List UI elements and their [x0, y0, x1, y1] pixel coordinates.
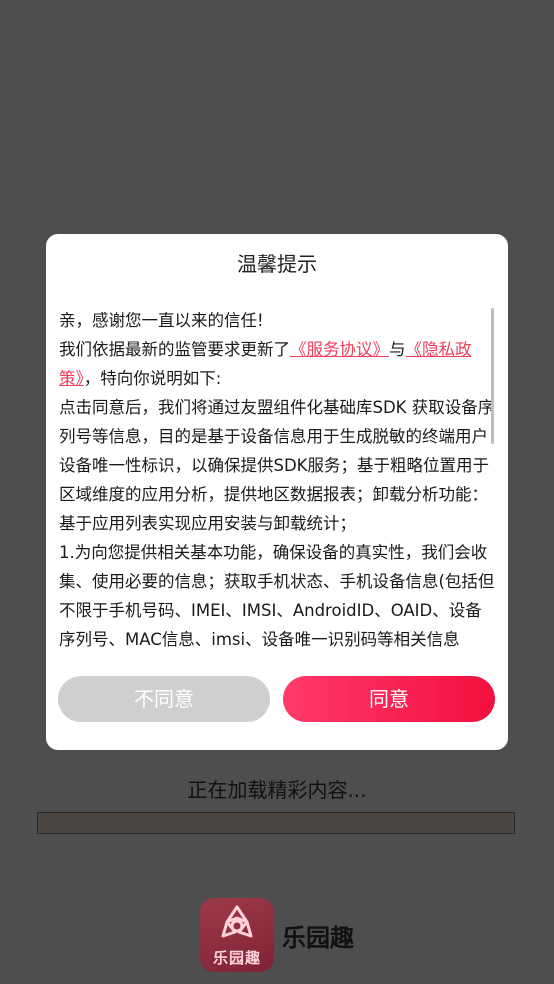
consent-paragraph-2: 1.为向您提供相关基本功能，确保设备的真实性，我们会收集、使用必要的信息；获取手…: [59, 543, 495, 649]
loading-progress-bar: [37, 812, 515, 834]
update-notice: 我们依据最新的监管要求更新了《服务协议》与《隐私政策》，特向你说明如下:: [59, 335, 495, 393]
consent-paragraph-1: 点击同意后，我们将通过友盟组件化基础库SDK 获取设备序列号等信息，目的是基于设…: [59, 398, 495, 533]
intro-text: 亲，感谢您一直以来的信任!: [59, 311, 264, 330]
agree-button[interactable]: 同意: [283, 676, 495, 722]
app-logo-icon: 乐园趣: [200, 898, 274, 972]
privacy-dialog: 温馨提示 亲，感谢您一直以来的信任! 我们依据最新的监管要求更新了《服务协议》与…: [46, 234, 508, 750]
and-text: 与: [389, 340, 406, 359]
dialog-content[interactable]: 亲，感谢您一直以来的信任! 我们依据最新的监管要求更新了《服务协议》与《隐私政策…: [59, 306, 495, 651]
app-logo-text: 乐园趣: [212, 949, 261, 967]
app-name: 乐园趣: [282, 923, 354, 952]
dialog-scrollbar[interactable]: [491, 308, 494, 444]
loading-text: 正在加载精彩内容...: [187, 778, 367, 802]
disagree-button[interactable]: 不同意: [58, 676, 270, 722]
brand: 乐园趣 乐园趣: [200, 898, 354, 972]
update-suffix: ，特向你说明如下:: [83, 369, 222, 388]
update-prefix: 我们依据最新的监管要求更新了: [59, 340, 290, 359]
service-agreement-link[interactable]: 《服务协议》: [290, 340, 389, 359]
dialog-title: 温馨提示: [237, 252, 317, 276]
